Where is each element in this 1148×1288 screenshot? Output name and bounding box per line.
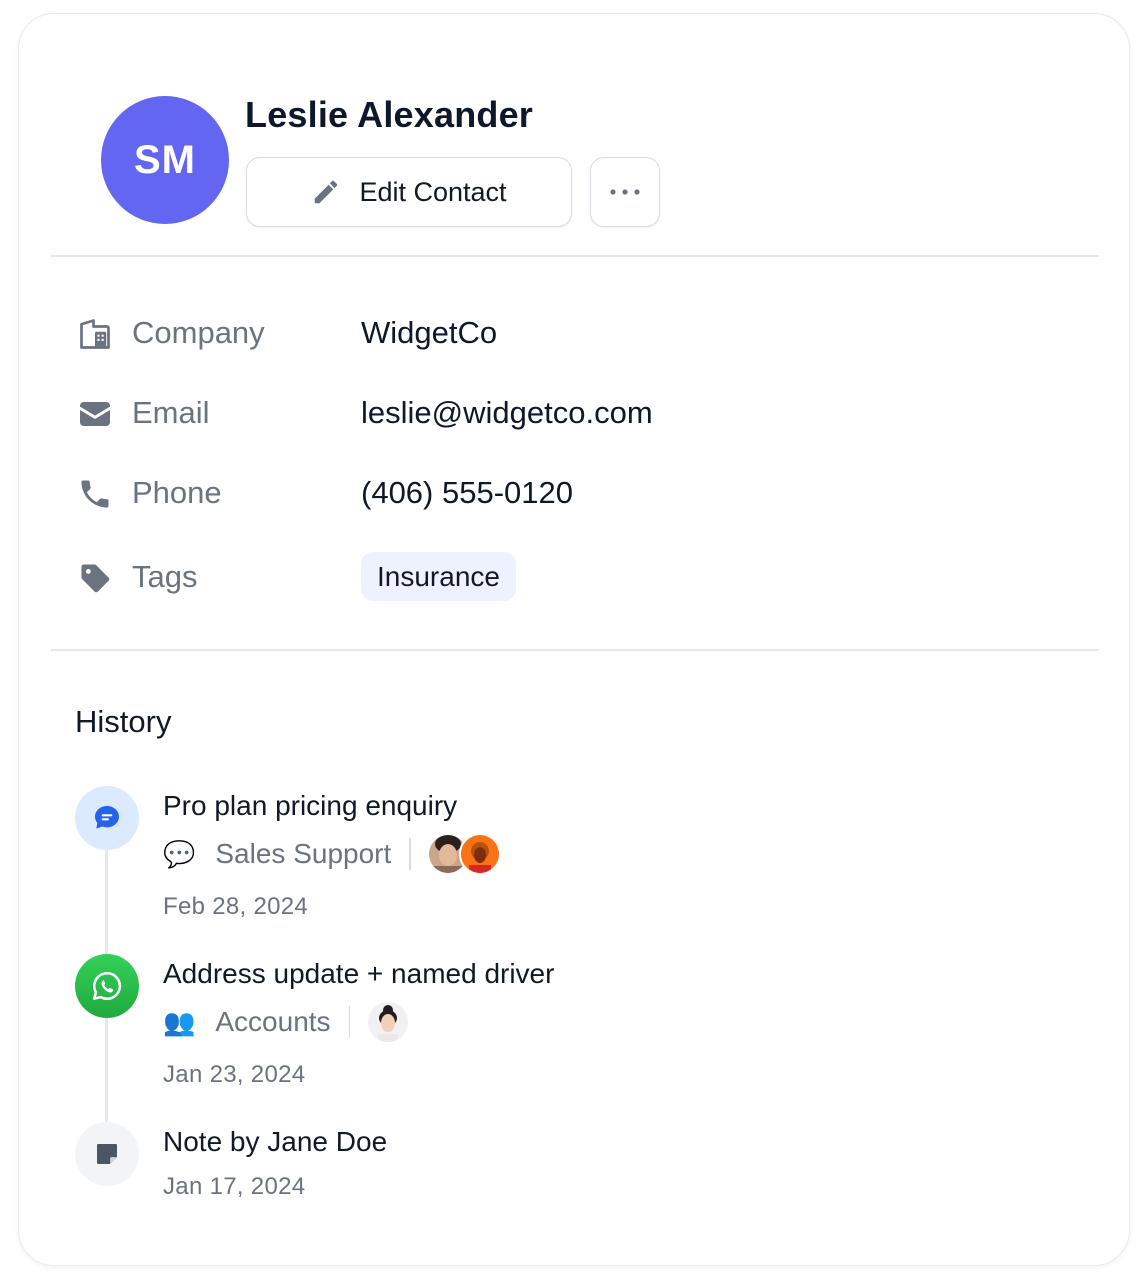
participant-avatars [426,833,501,875]
whatsapp-icon [92,971,122,1001]
phone-icon [81,480,109,508]
details-divider [51,649,1099,651]
participant-avatar[interactable] [366,1000,411,1044]
participant-avatars [366,1000,411,1044]
building-icon [80,319,110,349]
meta-separator [348,1006,351,1038]
company-label: Company [132,315,265,350]
phone-row: Phone (406) 555-0120 [77,469,1077,519]
edit-contact-label: Edit Contact [359,176,507,207]
speech-balloon-icon: 💬 [163,839,196,869]
history-item-meta: 💬 Sales Support [163,833,501,875]
pencil-icon [315,180,338,204]
history-item-icon [75,1122,139,1186]
history-item-title[interactable]: Address update + named driver [163,958,554,990]
participant-avatar[interactable] [458,833,501,875]
history-title: History [75,704,172,739]
more-options-button[interactable] [590,157,660,227]
tags-label: Tags [132,559,198,594]
meta-separator [409,838,411,870]
email-value[interactable]: leslie@widgetco.com [361,395,653,431]
timeline-connector [105,1018,108,1123]
history-item-date: Jan 23, 2024 [163,1061,306,1088]
history-item-meta: 👥 Accounts [163,1000,411,1044]
people-icon: 👥 [163,1007,196,1037]
avatar-initials: SM [134,137,196,182]
contact-name: Leslie Alexander [245,94,534,135]
avatar: SM [101,96,229,224]
phone-label: Phone [132,475,222,510]
history-item-date: Feb 28, 2024 [163,893,309,920]
edit-contact-button[interactable]: Edit Contact [246,157,572,227]
history-item-icon [75,954,139,1018]
envelope-icon [80,402,110,426]
company-value: WidgetCo [361,315,498,350]
company-row: Company WidgetCo [77,309,1077,359]
sticky-note-icon [97,1144,117,1164]
tag-chip[interactable]: Insurance [361,552,516,601]
contact-card: SM Leslie Alexander Edit Contact Company… [18,13,1130,1266]
chat-bubble-icon [95,806,119,829]
history-item-date: Jan 17, 2024 [163,1173,306,1200]
history-item-title[interactable]: Note by Jane Doe [163,1126,387,1158]
tags-row: Tags Insurance [77,552,1077,603]
history-item-channel: Accounts [215,1006,331,1037]
history-item-icon [75,786,139,850]
email-label: Email [132,395,210,430]
email-row: Email leslie@widgetco.com [77,389,1077,439]
header-divider [51,255,1099,257]
tag-icon [81,564,110,593]
timeline-connector [105,850,108,955]
more-dots-icon [610,189,640,195]
history-item-channel: Sales Support [215,838,392,869]
phone-value[interactable]: (406) 555-0120 [361,475,573,511]
history-item-title[interactable]: Pro plan pricing enquiry [163,790,457,822]
